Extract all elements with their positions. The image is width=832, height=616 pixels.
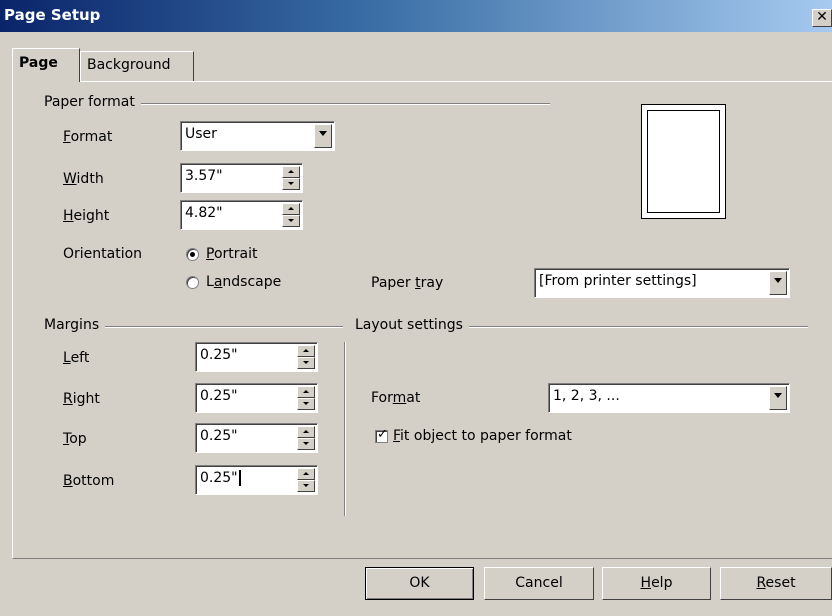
margin-right-spinbox[interactable]: 0.25" bbox=[195, 383, 318, 413]
cancel-button[interactable]: Cancel bbox=[484, 567, 594, 600]
portrait-radio[interactable] bbox=[186, 248, 199, 261]
margin-left-increment-button[interactable] bbox=[297, 345, 315, 357]
margin-right-spinner[interactable] bbox=[297, 386, 315, 410]
margin-left-spinner[interactable] bbox=[297, 345, 315, 369]
arrow-down-icon bbox=[288, 182, 294, 185]
height-decrement-button[interactable] bbox=[282, 215, 300, 227]
group-separator bbox=[344, 342, 346, 516]
chevron-down-icon bbox=[774, 278, 782, 283]
paper-tray-value: [From printer settings] bbox=[539, 273, 697, 289]
margin-right-value: 0.25" bbox=[200, 388, 238, 404]
paper-format-heading: Paper format bbox=[30, 94, 141, 110]
radio-selected-dot bbox=[190, 252, 195, 257]
height-spinbox[interactable]: 4.82" bbox=[180, 200, 303, 230]
width-decrement-button[interactable] bbox=[282, 178, 300, 190]
height-increment-button[interactable] bbox=[282, 203, 300, 215]
margin-bottom-label: Bottom bbox=[63, 473, 115, 489]
arrow-down-icon bbox=[303, 484, 309, 487]
margin-bottom-text: 0.25" bbox=[200, 470, 238, 486]
arrow-down-icon bbox=[303, 442, 309, 445]
text-cursor bbox=[238, 470, 241, 486]
margin-top-increment-button[interactable] bbox=[297, 426, 315, 438]
landscape-radio[interactable] bbox=[186, 276, 199, 289]
margin-left-value: 0.25" bbox=[200, 347, 238, 363]
layout-format-value: 1, 2, 3, ... bbox=[553, 388, 620, 404]
width-spinner[interactable] bbox=[282, 166, 300, 190]
margin-right-increment-button[interactable] bbox=[297, 386, 315, 398]
chevron-down-icon bbox=[319, 131, 327, 136]
layout-format-dropdown[interactable]: 1, 2, 3, ... bbox=[548, 383, 790, 413]
layout-format-label: Format bbox=[371, 390, 421, 406]
width-increment-button[interactable] bbox=[282, 166, 300, 178]
height-spinner[interactable] bbox=[282, 203, 300, 227]
height-label: Height bbox=[63, 208, 110, 224]
width-spinbox[interactable]: 3.57" bbox=[180, 163, 303, 193]
help-button[interactable]: Help bbox=[602, 567, 711, 600]
arrow-up-icon bbox=[288, 207, 294, 210]
layout-format-dropdown-button[interactable] bbox=[769, 386, 787, 410]
reset-button[interactable]: Reset bbox=[720, 567, 832, 600]
arrow-up-icon bbox=[303, 472, 309, 475]
margin-left-decrement-button[interactable] bbox=[297, 357, 315, 369]
tab-page-label: Page bbox=[19, 55, 58, 71]
tab-page[interactable]: Page bbox=[12, 48, 80, 82]
margin-top-spinner[interactable] bbox=[297, 426, 315, 450]
paper-tray-dropdown-button[interactable] bbox=[769, 271, 787, 295]
arrow-up-icon bbox=[303, 349, 309, 352]
page-preview-margin bbox=[647, 110, 720, 213]
title-bar[interactable]: Page Setup ✕ bbox=[0, 0, 832, 32]
margin-bottom-spinner[interactable] bbox=[297, 468, 315, 492]
height-value: 4.82" bbox=[185, 205, 223, 221]
arrow-down-icon bbox=[303, 361, 309, 364]
margins-heading: Margins bbox=[30, 317, 106, 333]
landscape-label[interactable]: Landscape bbox=[206, 274, 281, 290]
portrait-label[interactable]: Portrait bbox=[206, 246, 257, 262]
window-title: Page Setup bbox=[4, 6, 101, 24]
arrow-up-icon bbox=[303, 430, 309, 433]
margin-bottom-increment-button[interactable] bbox=[297, 468, 315, 480]
paper-format-label: Format bbox=[63, 129, 113, 145]
orientation-label: Orientation bbox=[63, 246, 143, 262]
margin-left-spinbox[interactable]: 0.25" bbox=[195, 342, 318, 372]
fit-object-label[interactable]: Fit object to paper format bbox=[393, 428, 572, 444]
margin-top-value: 0.25" bbox=[200, 428, 238, 444]
tab-background[interactable]: Background bbox=[80, 51, 194, 81]
width-label: Width bbox=[63, 171, 104, 187]
arrow-up-icon bbox=[288, 170, 294, 173]
paper-tray-label: Paper tray bbox=[371, 275, 444, 291]
margin-bottom-spinbox[interactable]: 0.25" bbox=[195, 465, 318, 495]
fit-object-checkbox[interactable]: ✓ bbox=[375, 427, 388, 443]
layout-settings-heading: Layout settings bbox=[352, 317, 469, 333]
arrow-down-icon bbox=[288, 219, 294, 222]
close-button[interactable]: ✕ bbox=[812, 9, 832, 27]
margin-left-label: Left bbox=[63, 350, 90, 366]
margin-top-decrement-button[interactable] bbox=[297, 438, 315, 450]
page-preview bbox=[641, 104, 726, 219]
margin-right-label: Right bbox=[63, 391, 100, 407]
margin-bottom-decrement-button[interactable] bbox=[297, 480, 315, 492]
margin-bottom-value: 0.25" bbox=[200, 470, 241, 486]
width-value: 3.57" bbox=[185, 168, 223, 184]
arrow-down-icon bbox=[303, 402, 309, 405]
checkmark-icon: ✓ bbox=[377, 427, 388, 442]
tab-background-label: Background bbox=[87, 57, 171, 73]
close-icon: ✕ bbox=[816, 9, 828, 25]
paper-format-dropdown[interactable]: User bbox=[180, 121, 335, 151]
paper-format-value: User bbox=[185, 126, 217, 142]
margin-right-decrement-button[interactable] bbox=[297, 398, 315, 410]
margin-top-label: Top bbox=[63, 431, 87, 447]
ok-button[interactable]: OK bbox=[365, 567, 474, 600]
chevron-down-icon bbox=[774, 393, 782, 398]
margin-top-spinbox[interactable]: 0.25" bbox=[195, 423, 318, 453]
arrow-up-icon bbox=[303, 390, 309, 393]
paper-tray-dropdown[interactable]: [From printer settings] bbox=[534, 268, 790, 298]
paper-format-dropdown-button[interactable] bbox=[314, 124, 332, 148]
